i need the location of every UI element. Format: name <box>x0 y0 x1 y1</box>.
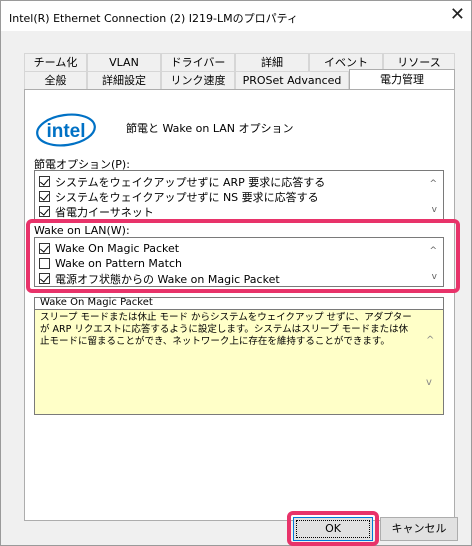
power-saving-listbox[interactable]: システムをウェイクアップせずに ARP 要求に応答する システムをウェイクアップ… <box>34 170 444 220</box>
checkbox-eee[interactable] <box>39 206 50 217</box>
description-scroll-up-icon[interactable]: ^ <box>426 335 434 346</box>
intel-logo: intel <box>36 113 96 147</box>
power-option-ns-label: システムをウェイクアップせずに NS 要求に応答する <box>55 190 319 204</box>
power-option-arp-label: システムをウェイクアップせずに ARP 要求に応答する <box>55 175 326 189</box>
scroll-up-icon[interactable]: ^ <box>429 179 437 189</box>
power-option-eee-label: 省電力イーサネット <box>55 205 154 219</box>
tab-driver[interactable]: ドライバー <box>161 53 235 71</box>
description-scroll-down-icon[interactable]: v <box>426 377 432 388</box>
power-option-eee[interactable]: 省電力イーサネット <box>39 204 154 219</box>
tab-vlan[interactable]: VLAN <box>87 53 161 71</box>
checkbox-arp[interactable] <box>39 176 50 187</box>
description-text: スリープ モードまたは休止 モード からシステムをウェイクアップ せずに、アダプ… <box>40 312 412 347</box>
description-title: Wake On Magic Packet <box>40 297 153 308</box>
power-option-arp[interactable]: システムをウェイクアップせずに ARP 要求に応答する <box>39 174 325 189</box>
tab-general[interactable]: 全般 <box>24 71 87 89</box>
tab-details[interactable]: 詳細 <box>235 53 309 71</box>
tab-row-lower: 全般 詳細設定 リンク速度 PROSet Advanced 電力管理 <box>24 69 455 89</box>
close-icon[interactable]: ✕ <box>450 6 465 24</box>
page-heading: 節電と Wake on LAN オプション <box>126 122 294 135</box>
intel-logo-text: intel <box>46 121 85 142</box>
tab-proset-advanced[interactable]: PROSet Advanced <box>235 71 349 89</box>
tab-teaming[interactable]: チーム化 <box>24 53 87 71</box>
wake-on-lan-highlight <box>26 219 460 293</box>
window-title: Intel(R) Ethernet Connection (2) I219-LM… <box>9 12 298 25</box>
tab-advanced[interactable]: 詳細設定 <box>87 71 161 89</box>
tab-link-speed[interactable]: リンク速度 <box>161 71 235 89</box>
tab-power-management[interactable]: 電力管理 <box>349 69 455 89</box>
scroll-down-icon[interactable]: v <box>432 205 437 215</box>
title-bar: Intel(R) Ethernet Connection (2) I219-LM… <box>1 1 471 31</box>
cancel-button[interactable]: キャンセル <box>380 517 458 541</box>
power-option-ns[interactable]: システムをウェイクアップせずに NS 要求に応答する <box>39 189 319 204</box>
ok-button-highlight <box>287 511 379 546</box>
checkbox-ns[interactable] <box>39 191 50 202</box>
